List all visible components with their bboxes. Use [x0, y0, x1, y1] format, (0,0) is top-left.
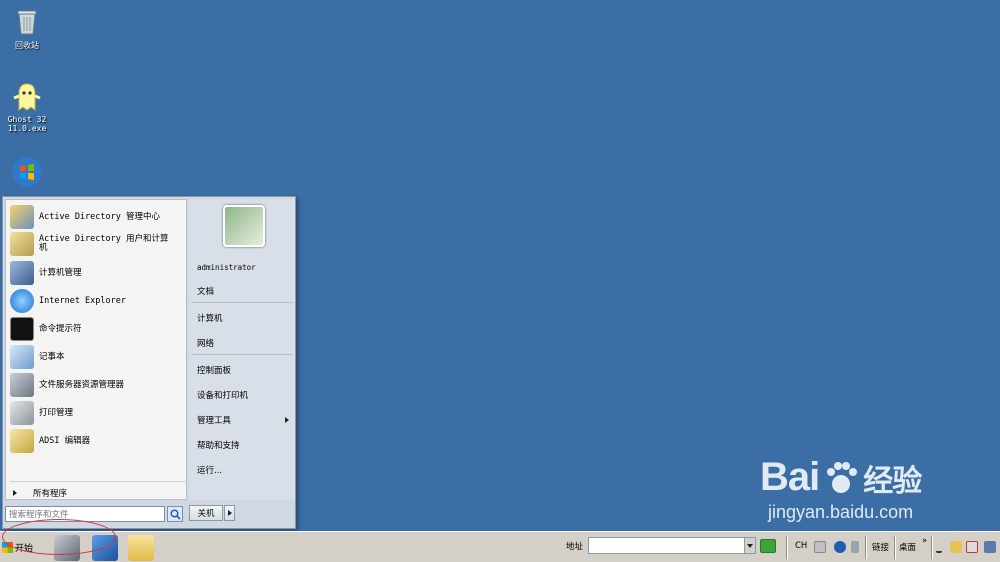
search-button[interactable] — [167, 506, 183, 522]
powershell-icon[interactable] — [92, 535, 118, 561]
search-input[interactable] — [5, 506, 165, 522]
file-explorer-icon[interactable] — [128, 535, 154, 561]
divider — [191, 354, 293, 355]
divider — [865, 536, 867, 559]
start-menu-programs-pane: Active Directory 管理中心 Active Directory 用… — [5, 199, 187, 500]
file-server-icon — [10, 373, 34, 397]
windows-flag-icon — [2, 542, 13, 553]
address-toolbar: 地址 — [566, 537, 777, 554]
help-icon[interactable] — [834, 541, 846, 553]
control-panel-link[interactable]: 控制面板 — [197, 361, 293, 379]
chevron-right-icon — [285, 417, 289, 423]
run-link[interactable]: 运行... — [197, 461, 293, 479]
ghost-icon — [11, 80, 43, 112]
volume-icon[interactable] — [984, 541, 996, 553]
search-row — [5, 504, 187, 524]
devices-printers-link[interactable]: 设备和打印机 — [197, 386, 293, 404]
notepad-icon — [10, 345, 34, 369]
desktop-icon-ghost[interactable]: Ghost 32 11.0.exe — [0, 80, 54, 133]
program-adsi-editor[interactable]: ADSI 编辑器 — [10, 428, 186, 454]
toolbar-overflow-button[interactable]: » — [922, 536, 927, 546]
language-indicator[interactable]: CH — [795, 541, 807, 551]
command-prompt-icon — [10, 317, 34, 341]
desktop-icon-label: Ghost 32 11.0.exe — [7, 115, 47, 133]
computer-management-icon — [10, 261, 34, 285]
shutdown-options-button[interactable] — [224, 505, 235, 521]
desktop-icon-label: 回收站 — [15, 41, 39, 50]
ad-users-computers-icon — [10, 232, 34, 256]
chevron-right-icon — [227, 510, 232, 516]
links-toolbar[interactable]: 链接 — [872, 541, 889, 553]
chevron-right-icon — [13, 490, 17, 496]
recycle-bin-icon — [11, 6, 43, 38]
program-notepad[interactable]: 记事本 — [10, 344, 186, 370]
program-print-management[interactable]: 打印管理 — [10, 400, 186, 426]
program-ad-admin-center[interactable]: Active Directory 管理中心 — [10, 204, 186, 230]
taskbar: 开始 地址 CH 链接 桌面 » — [0, 531, 1000, 562]
divider — [894, 536, 896, 559]
start-menu-right-pane: administrator 文档 计算机 网络 控制面板 设备和打印机 管理工具… — [189, 199, 295, 500]
windows-logo-icon — [11, 156, 43, 188]
keyboard-icon[interactable] — [814, 541, 826, 553]
paw-icon — [821, 458, 861, 498]
adsi-editor-icon — [10, 429, 34, 453]
network-tray-icon[interactable] — [950, 541, 962, 553]
dropdown-button[interactable] — [744, 538, 756, 553]
user-name-link[interactable]: administrator — [197, 258, 293, 276]
program-computer-management[interactable]: 计算机管理 — [10, 260, 186, 286]
divider — [931, 536, 933, 559]
address-input[interactable] — [588, 537, 757, 554]
divider — [10, 481, 186, 482]
program-command-prompt[interactable]: 命令提示符 — [10, 316, 186, 342]
all-programs-button[interactable]: 所有程序 — [10, 485, 186, 501]
search-icon — [169, 508, 181, 520]
desktop-icon-windows[interactable] — [0, 156, 54, 191]
chevron-down-icon — [747, 543, 754, 548]
server-manager-icon[interactable] — [54, 535, 80, 561]
baidu-watermark: Bai 经验 jingyan.baidu.com — [760, 455, 922, 522]
options-icon[interactable] — [851, 541, 859, 553]
ad-admin-center-icon — [10, 205, 34, 229]
computer-link[interactable]: 计算机 — [197, 309, 293, 327]
network-link[interactable]: 网络 — [197, 334, 293, 352]
go-button[interactable] — [760, 538, 777, 553]
divider — [786, 536, 788, 559]
program-ad-users-computers[interactable]: Active Directory 用户和计算机 — [10, 230, 186, 258]
program-file-server-resource-manager[interactable]: 文件服务器资源管理器 — [10, 372, 186, 398]
documents-link[interactable]: 文档 — [197, 282, 293, 300]
action-center-icon[interactable] — [966, 541, 978, 553]
admin-tools-link[interactable]: 管理工具 — [197, 411, 293, 429]
shutdown-group: 关机 — [189, 505, 235, 521]
start-menu: Active Directory 管理中心 Active Directory 用… — [2, 196, 296, 529]
program-internet-explorer[interactable]: Internet Explorer — [10, 288, 186, 314]
internet-explorer-icon — [10, 289, 34, 313]
divider — [191, 302, 293, 303]
print-management-icon — [10, 401, 34, 425]
shutdown-button[interactable]: 关机 — [189, 505, 223, 521]
user-avatar[interactable] — [223, 205, 265, 247]
desktop-toolbar[interactable]: 桌面 — [899, 541, 916, 553]
tray-expand-icon[interactable] — [936, 541, 942, 553]
start-button[interactable]: 开始 — [2, 536, 36, 559]
desktop-icon-recycle-bin[interactable]: 回收站 — [0, 6, 54, 50]
help-support-link[interactable]: 帮助和支持 — [197, 436, 293, 454]
